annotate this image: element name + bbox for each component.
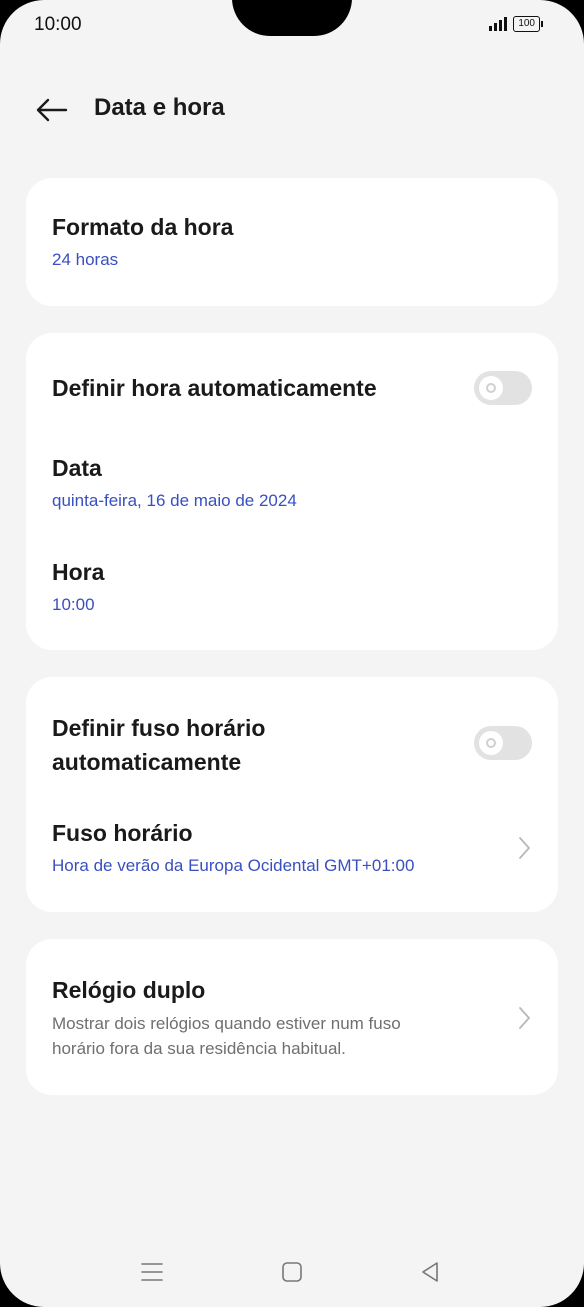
- chevron-right-icon: [519, 1007, 530, 1029]
- dual-clock-desc-line2: horário fora da sua residência habitual.: [52, 1039, 346, 1058]
- auto-time-toggle[interactable]: [474, 371, 532, 405]
- date-value: quinta-feira, 16 de maio de 2024: [52, 491, 297, 510]
- chevron-right-icon: [519, 837, 530, 859]
- dual-clock-desc-line1: Mostrar dois relógios quando estiver num…: [52, 1014, 401, 1033]
- toggle-knob: [479, 376, 503, 400]
- nav-back-button[interactable]: [416, 1258, 444, 1286]
- system-nav-bar: [0, 1250, 584, 1290]
- time-value: 10:00: [52, 595, 95, 614]
- auto-zone-label-line2: automaticamente: [52, 749, 242, 775]
- date-title: Data: [52, 455, 102, 481]
- time-format-value: 24 horas: [52, 250, 119, 269]
- time-zone-title: Fuso horário: [52, 820, 193, 846]
- time-format-card[interactable]: Formato da hora 24 horas: [26, 178, 558, 306]
- auto-zone-toggle[interactable]: [474, 726, 532, 760]
- menu-icon: [141, 1263, 163, 1281]
- status-time: 10:00: [34, 14, 82, 35]
- nav-home-button[interactable]: [278, 1258, 306, 1286]
- auto-zone-label-line1: Definir fuso horário: [52, 715, 266, 741]
- auto-time-row[interactable]: Definir hora automaticamente: [52, 371, 532, 405]
- signal-icon: [489, 17, 508, 31]
- square-icon: [282, 1262, 302, 1282]
- time-format-row[interactable]: Formato da hora 24 horas: [52, 210, 532, 272]
- toggle-knob: [479, 731, 503, 755]
- time-format-title: Formato da hora: [52, 214, 234, 240]
- arrow-left-icon: [36, 98, 68, 122]
- time-title: Hora: [52, 559, 105, 585]
- dual-clock-row[interactable]: Relógio duplo Mostrar dois relógios quan…: [52, 973, 532, 1061]
- back-button[interactable]: [30, 90, 70, 130]
- time-zone-row[interactable]: Fuso horário Hora de verão da Europa Oci…: [52, 816, 532, 878]
- date-time-card: Definir hora automaticamente Data quinta…: [26, 333, 558, 650]
- battery-icon: 100: [513, 16, 543, 32]
- camera-notch: [232, 0, 352, 36]
- time-row[interactable]: Hora 10:00: [52, 555, 532, 617]
- date-row[interactable]: Data quinta-feira, 16 de maio de 2024: [52, 451, 532, 513]
- triangle-back-icon: [422, 1262, 438, 1282]
- phone-screen: 10:00 100 Data e hora Formato da hora 24…: [0, 0, 584, 1307]
- app-header: Data e hora: [0, 86, 584, 132]
- dual-clock-title: Relógio duplo: [52, 977, 206, 1003]
- auto-time-label: Definir hora automaticamente: [52, 375, 377, 401]
- status-indicators: 100: [489, 16, 543, 32]
- time-zone-value: Hora de verão da Europa Ocidental GMT+01…: [52, 856, 415, 875]
- auto-zone-row[interactable]: Definir fuso horário automaticamente: [52, 711, 532, 779]
- dual-clock-card[interactable]: Relógio duplo Mostrar dois relógios quan…: [26, 939, 558, 1095]
- time-zone-card: Definir fuso horário automaticamente Fus…: [26, 677, 558, 912]
- nav-menu-button[interactable]: [138, 1258, 166, 1286]
- dual-clock-desc: Mostrar dois relógios quando estiver num…: [52, 1011, 532, 1061]
- page-title: Data e hora: [94, 94, 225, 121]
